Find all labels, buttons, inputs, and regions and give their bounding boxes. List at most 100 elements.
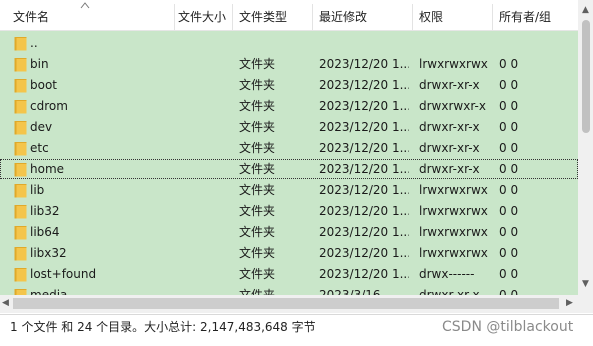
scroll-up-icon[interactable]: ▲ [582,6,589,15]
cell-perms: drwxr-xr-x [419,288,480,295]
cell-owner: 0 0 [499,162,519,176]
cell-type: 文件夹 [239,141,276,155]
cell-owner: 0 0 [499,78,519,92]
cell-name[interactable]: lib32 [30,201,170,221]
status-summary: 1 个文件 和 24 个目录。大小总计: 2,147,483,648 字节 [10,320,316,334]
horizontal-scrollbar[interactable]: ◀ ▶ [0,295,578,313]
cell-modified: 2023/3/16 [319,288,381,295]
column-header-modified[interactable]: 最近修改 [319,0,367,30]
cell-owner: 0 0 [499,183,519,197]
cell-type: 文件夹 [239,204,276,218]
file-row-lib[interactable]: lib 文件夹 2023/12/20 1... lrwxrwxrwx 0 0 [0,180,578,200]
cell-type: 文件夹 [239,57,276,71]
column-header-owner[interactable]: 所有者/组 [499,0,551,30]
cell-name[interactable]: .. [30,33,170,53]
folder-icon [14,205,27,219]
cell-name[interactable]: libx32 [30,243,170,263]
file-row-media[interactable]: media 文件夹 2023/3/16 drwxr-xr-x 0 0 [0,285,578,295]
cell-type: 文件夹 [239,120,276,134]
cell-name[interactable]: boot [30,75,170,95]
file-row-lib32[interactable]: lib32 文件夹 2023/12/20 1... lrwxrwxrwx 0 0 [0,201,578,221]
cell-name[interactable]: lost+found [30,264,170,284]
cell-perms: drwxr-xr-x [419,162,480,176]
cell-owner: 0 0 [499,246,519,260]
cell-perms: drwxrwxr-x [419,99,486,113]
cell-type: 文件夹 [239,99,276,113]
file-list[interactable]: .. bin 文件夹 2023/12/20 1... lrwxrwxrwx 0 0 boot… [0,31,578,295]
folder-icon [14,163,27,177]
folder-icon [14,58,27,72]
remote-file-list-panel: 文件名 文件大小 文件类型 最近修改 权限 所有者/组 .. bin 文件夹 2023… [0,0,593,313]
column-header-size[interactable]: 文件大小 [178,0,226,30]
folder-icon [14,289,27,295]
cell-name[interactable]: bin [30,54,170,74]
cell-size [178,117,230,137]
column-divider[interactable] [174,4,175,30]
scrollbar-corner [578,295,593,313]
file-row-bin[interactable]: bin 文件夹 2023/12/20 1... lrwxrwxrwx 0 0 [0,54,578,74]
cell-perms: drwxr-xr-x [419,120,480,134]
cell-type: 文件夹 [239,78,276,92]
cell-type: 文件夹 [239,288,276,295]
scroll-down-icon[interactable]: ▼ [582,280,589,289]
cell-perms: lrwxrwxrwx [419,183,488,197]
file-row-parent[interactable]: .. [0,33,578,53]
cell-size [178,222,230,242]
file-row-libx32[interactable]: libx32 文件夹 2023/12/20 1... lrwxrwxrwx 0 0 [0,243,578,263]
cell-perms: lrwxrwxrwx [419,204,488,218]
watermark: CSDN @tilblackout [442,319,574,335]
scroll-left-icon[interactable]: ◀ [2,299,9,308]
file-row-lib64[interactable]: lib64 文件夹 2023/12/20 1... lrwxrwxrwx 0 0 [0,222,578,242]
folder-icon [14,226,27,240]
folder-icon [14,184,27,198]
cell-size [178,33,230,53]
cell-size [178,96,230,116]
folder-icon [14,247,27,261]
file-row-home[interactable]: home 文件夹 2023/12/20 1... drwxr-xr-x 0 0 [0,159,578,179]
cell-modified: 2023/12/20 1... [319,78,409,92]
cell-size [178,264,230,284]
column-divider[interactable] [412,4,413,30]
cell-perms: drwx------ [419,267,475,281]
cell-size [178,159,230,179]
cell-perms: lrwxrwxrwx [419,225,488,239]
file-row-lost-found[interactable]: lost+found 文件夹 2023/12/20 1... drwx------ 0 … [0,264,578,284]
cell-owner: 0 0 [499,225,519,239]
horizontal-scroll-thumb[interactable] [13,298,559,309]
file-row-cdrom[interactable]: cdrom 文件夹 2023/12/20 1... drwxrwxr-x 0 0 [0,96,578,116]
column-divider[interactable] [312,4,313,30]
vertical-scroll-thumb[interactable] [582,20,590,133]
folder-icon [14,268,27,282]
column-header-permissions[interactable]: 权限 [419,0,443,30]
cell-modified: 2023/12/20 1... [319,120,409,134]
column-header-name[interactable]: 文件名 [13,0,49,30]
folder-icon [14,100,27,114]
column-header-type[interactable]: 文件类型 [239,0,287,30]
cell-owner: 0 0 [499,267,519,281]
file-row-dev[interactable]: dev 文件夹 2023/12/20 1... drwxr-xr-x 0 0 [0,117,578,137]
file-row-etc[interactable]: etc 文件夹 2023/12/20 1... drwxr-xr-x 0 0 [0,138,578,158]
cell-name[interactable]: lib [30,180,170,200]
cell-name[interactable]: media [30,285,170,295]
cell-size [178,54,230,74]
cell-name[interactable]: dev [30,117,170,137]
cell-modified: 2023/12/20 1... [319,246,409,260]
cell-modified: 2023/12/20 1... [319,57,409,71]
cell-name[interactable]: home [30,159,170,179]
vertical-scrollbar[interactable]: ▲ ▼ [578,0,593,295]
cell-modified: 2023/12/20 1... [319,99,409,113]
cell-name[interactable]: lib64 [30,222,170,242]
cell-modified [319,33,409,53]
cell-modified: 2023/12/20 1... [319,141,409,155]
cell-owner: 0 0 [499,57,519,71]
cell-name[interactable]: etc [30,138,170,158]
folder-icon [14,121,27,135]
scroll-right-icon[interactable]: ▶ [566,299,573,308]
column-divider[interactable] [492,4,493,30]
column-divider[interactable] [232,4,233,30]
cell-name[interactable]: cdrom [30,96,170,116]
cell-type: 文件夹 [239,225,276,239]
cell-owner: 0 0 [499,120,519,134]
file-row-boot[interactable]: boot 文件夹 2023/12/20 1... drwxr-xr-x 0 0 [0,75,578,95]
cell-size [178,243,230,263]
